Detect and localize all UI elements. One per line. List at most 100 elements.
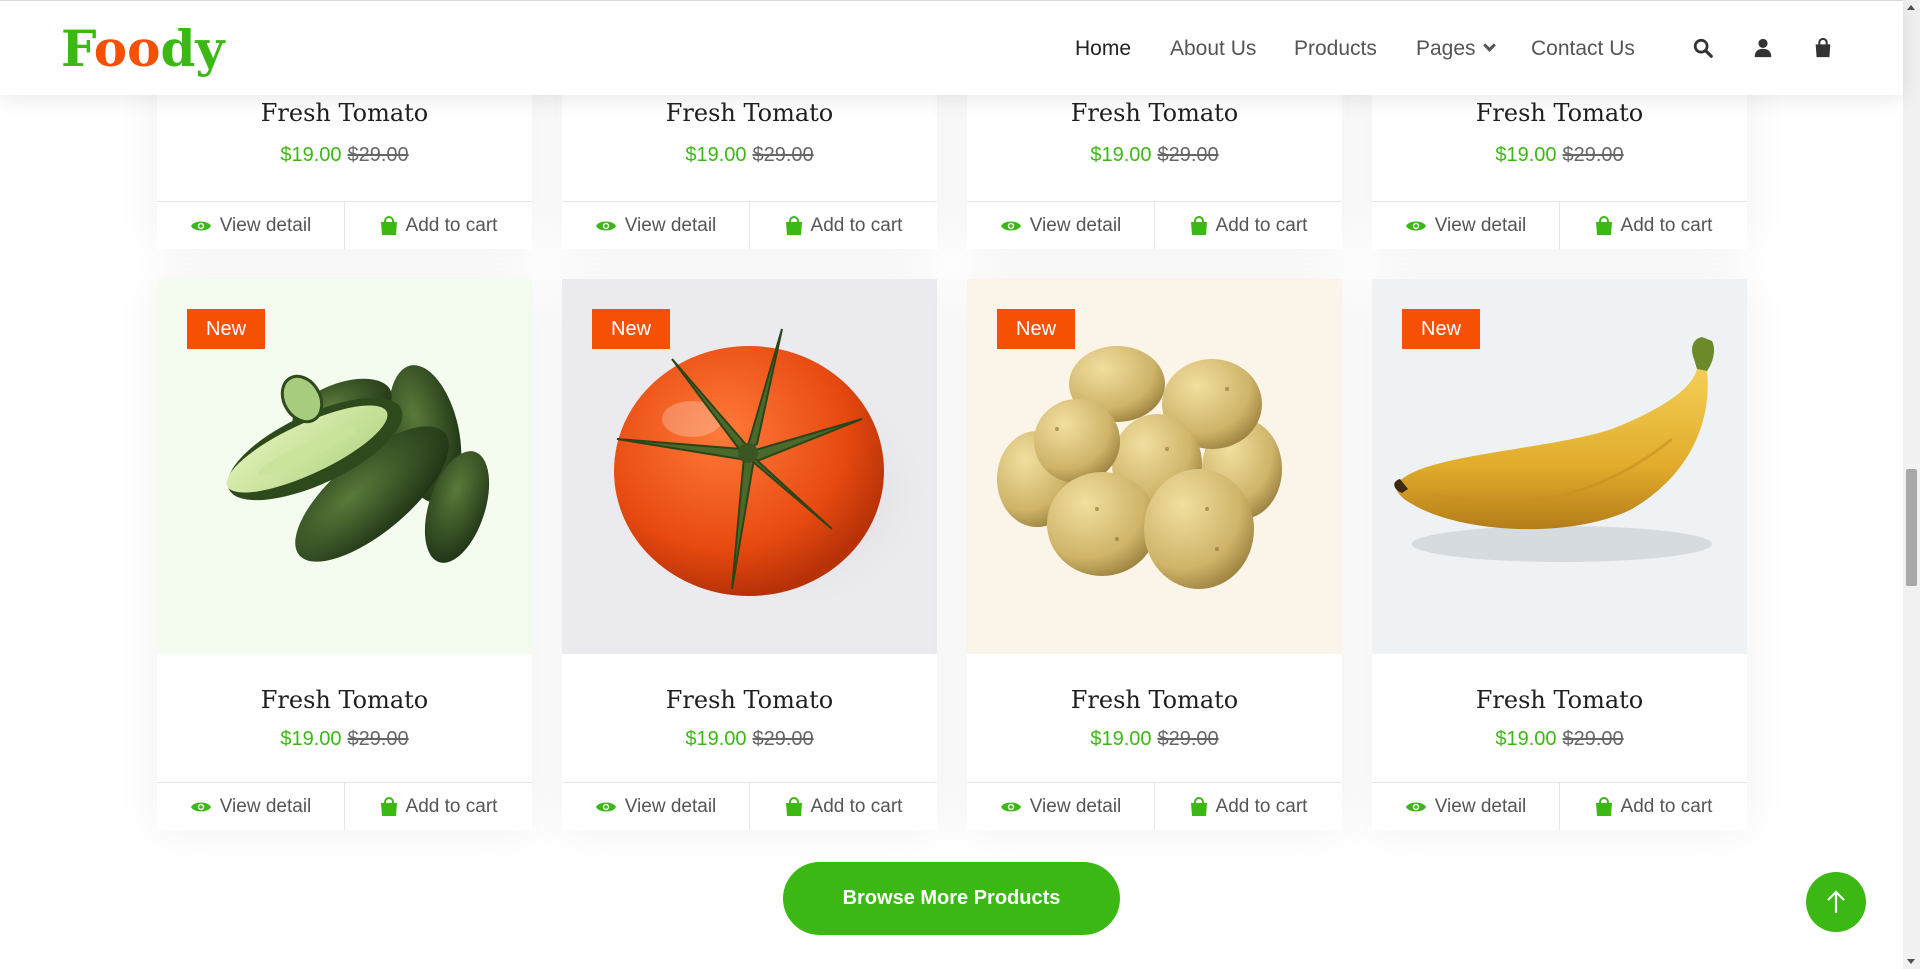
price-current: $19.00: [1090, 728, 1152, 750]
price-current: $19.00: [280, 728, 342, 750]
price-current: $19.00: [280, 144, 342, 166]
product-price: $19.00 $29.00: [157, 728, 532, 751]
nav-item-contact[interactable]: Contact Us: [1531, 35, 1635, 63]
add-to-cart-button[interactable]: Add to cart: [749, 783, 937, 830]
product-card: New Fresh Tomato $19.00 $29.00 View detai…: [967, 279, 1342, 830]
view-detail-button[interactable]: View detail: [562, 783, 749, 830]
eye-icon: [190, 221, 211, 230]
shopping-bag-icon: [785, 796, 802, 816]
back-to-top-button[interactable]: [1806, 872, 1866, 932]
product-title[interactable]: Fresh Tomato: [157, 686, 532, 714]
product-title[interactable]: Fresh Tomato: [967, 686, 1342, 714]
price-old: $29.00: [752, 144, 814, 166]
product-title[interactable]: Fresh Tomato: [562, 686, 937, 714]
view-detail-button[interactable]: View detail: [562, 202, 749, 249]
add-to-cart-button[interactable]: Add to cart: [1154, 202, 1342, 249]
add-to-cart-button[interactable]: Add to cart: [1559, 783, 1747, 830]
product-price: $19.00 $29.00: [1372, 144, 1747, 167]
eye-icon: [1000, 221, 1021, 230]
view-detail-button[interactable]: View detail: [1372, 202, 1559, 249]
product-title[interactable]: Fresh Tomato: [562, 99, 937, 127]
shopping-bag-icon: [1595, 215, 1612, 235]
card-actions: View detail Add to cart: [967, 201, 1342, 249]
card-actions: View detail Add to cart: [967, 782, 1342, 830]
shopping-bag-icon: [380, 796, 397, 816]
eye-icon: [1405, 221, 1426, 230]
scrollbar-thumb[interactable]: [1906, 469, 1917, 586]
product-price: $19.00 $29.00: [1372, 728, 1747, 751]
browse-more-products-button[interactable]: Browse More Products: [783, 862, 1120, 935]
add-to-cart-button[interactable]: Add to cart: [1559, 202, 1747, 249]
view-detail-label: View detail: [624, 214, 717, 236]
nav-item-pages-label: Pages: [1416, 37, 1476, 60]
add-to-cart-label: Add to cart: [405, 214, 498, 236]
price-current: $19.00: [1495, 144, 1557, 166]
scroll-down-arrow-icon[interactable]: [1907, 959, 1915, 964]
user-icon[interactable]: [1752, 37, 1774, 59]
add-to-cart-label: Add to cart: [810, 795, 903, 817]
view-detail-button[interactable]: View detail: [157, 202, 344, 249]
view-detail-button[interactable]: View detail: [1372, 783, 1559, 830]
price-current: $19.00: [1090, 144, 1152, 166]
view-detail-label: View detail: [624, 795, 717, 817]
nav-item-products[interactable]: Products: [1294, 35, 1377, 63]
price-old: $29.00: [1157, 144, 1219, 166]
product-card: New Fresh Tomato $19.00 $29.00 View detai…: [157, 279, 532, 830]
scroll-up-arrow-icon[interactable]: [1907, 5, 1915, 10]
eye-icon: [595, 802, 616, 811]
add-to-cart-label: Add to cart: [1215, 795, 1308, 817]
view-detail-button[interactable]: View detail: [157, 783, 344, 830]
page-scrollbar[interactable]: [1903, 0, 1920, 969]
product-price: $19.00 $29.00: [157, 144, 532, 167]
brand-logo[interactable]: Foody: [61, 19, 224, 79]
card-actions: View detail Add to cart: [562, 782, 937, 830]
add-to-cart-button[interactable]: Add to cart: [1154, 783, 1342, 830]
new-badge: New: [592, 309, 671, 349]
add-to-cart-button[interactable]: Add to cart: [344, 783, 532, 830]
shopping-bag-icon: [785, 215, 802, 235]
product-card: New Fresh Tomato $19.00 $29.00 View detai…: [562, 279, 937, 830]
view-detail-label: View detail: [1029, 795, 1122, 817]
chevron-down-icon: [1482, 39, 1496, 52]
view-detail-label: View detail: [1029, 214, 1122, 236]
shopping-bag-icon: [1190, 215, 1207, 235]
price-current: $19.00: [685, 144, 747, 166]
view-detail-label: View detail: [219, 214, 312, 236]
nav-item-pages[interactable]: Pages: [1416, 35, 1496, 63]
search-icon[interactable]: [1692, 37, 1714, 59]
arrow-up-icon: [1827, 890, 1845, 913]
price-current: $19.00: [1495, 728, 1557, 750]
product-title[interactable]: Fresh Tomato: [157, 99, 532, 127]
view-detail-button[interactable]: View detail: [967, 202, 1154, 249]
shopping-bag-icon: [1190, 796, 1207, 816]
add-to-cart-button[interactable]: Add to cart: [344, 202, 532, 249]
view-detail-label: View detail: [1434, 214, 1527, 236]
eye-icon: [595, 221, 616, 230]
nav-item-home[interactable]: Home: [1075, 35, 1131, 63]
add-to-cart-label: Add to cart: [405, 795, 498, 817]
new-badge: New: [997, 309, 1076, 349]
new-badge: New: [187, 309, 266, 349]
product-title[interactable]: Fresh Tomato: [967, 99, 1342, 127]
product-title[interactable]: Fresh Tomato: [1372, 99, 1747, 127]
view-detail-button[interactable]: View detail: [967, 783, 1154, 830]
shopping-bag-icon: [380, 215, 397, 235]
add-to-cart-button[interactable]: Add to cart: [749, 202, 937, 249]
product-title[interactable]: Fresh Tomato: [1372, 686, 1747, 714]
price-old: $29.00: [752, 728, 814, 750]
card-actions: View detail Add to cart: [1372, 782, 1747, 830]
shopping-bag-icon[interactable]: [1812, 37, 1834, 59]
product-card: New Fresh Tomato $19.00 $29.00 View detai…: [1372, 279, 1747, 830]
price-old: $29.00: [1562, 144, 1624, 166]
eye-icon: [190, 802, 211, 811]
product-price: $19.00 $29.00: [562, 144, 937, 167]
card-actions: View detail Add to cart: [562, 201, 937, 249]
price-old: $29.00: [1157, 728, 1219, 750]
add-to-cart-label: Add to cart: [1215, 214, 1308, 236]
nav-item-about[interactable]: About Us: [1170, 35, 1256, 63]
price-old: $29.00: [1562, 728, 1624, 750]
new-badge: New: [1402, 309, 1481, 349]
price-old: $29.00: [347, 728, 409, 750]
view-detail-label: View detail: [1434, 795, 1527, 817]
add-to-cart-label: Add to cart: [1620, 795, 1713, 817]
